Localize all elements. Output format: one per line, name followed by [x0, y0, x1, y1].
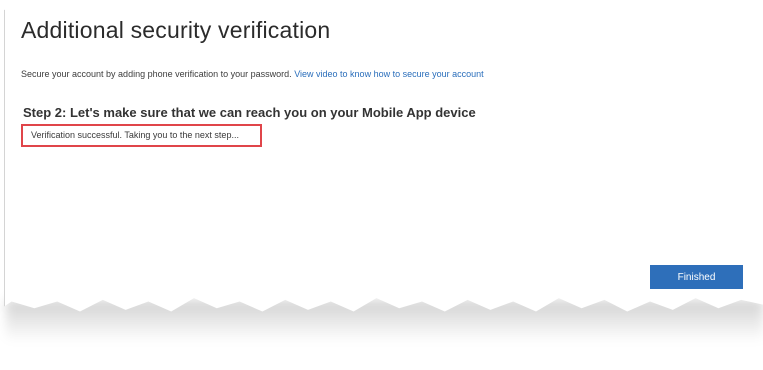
- screenshot-stage: Additional security verification Secure …: [0, 0, 763, 370]
- video-help-link[interactable]: View video to know how to secure your ac…: [294, 69, 483, 79]
- page-title: Additional security verification: [21, 17, 331, 43]
- step-heading: Step 2: Let's make sure that we can reac…: [23, 105, 476, 120]
- finished-button[interactable]: Finished: [650, 265, 743, 289]
- status-message: Verification successful. Taking you to t…: [31, 130, 239, 140]
- verification-card: Additional security verification Secure …: [4, 1, 763, 312]
- description-text: Secure your account by adding phone veri…: [21, 69, 292, 79]
- status-highlight-box: Verification successful. Taking you to t…: [21, 124, 262, 147]
- page-description: Secure your account by adding phone veri…: [21, 69, 484, 79]
